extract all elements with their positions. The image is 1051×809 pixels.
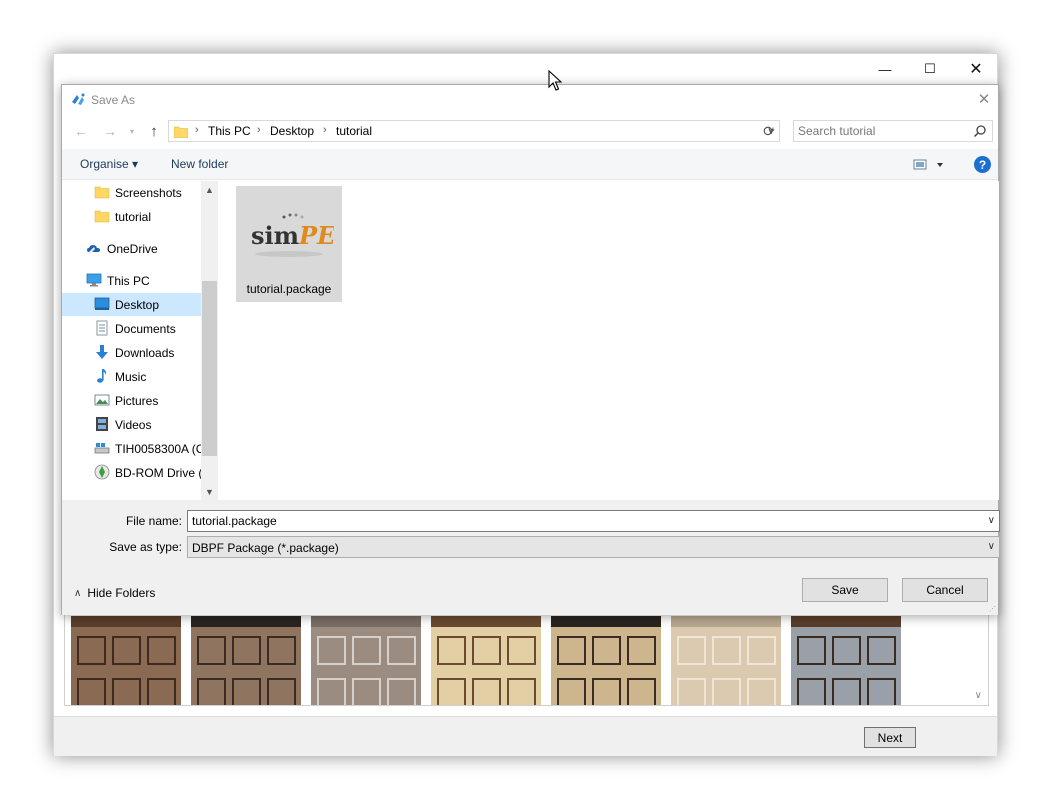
new-folder-button[interactable]: New folder (171, 157, 228, 171)
nav-item-downloads[interactable]: Downloads (62, 341, 201, 364)
file-name-field[interactable] (192, 513, 972, 529)
gallery-scroll-down-icon[interactable]: ∨ (975, 690, 982, 701)
save-options-pane: File name: ∨ Save as type: DBPF Package … (62, 500, 1000, 615)
breadcrumb-separator: › (257, 124, 261, 136)
save-button[interactable]: Save (802, 578, 888, 602)
file-item-tutorial-package[interactable]: simPE tutorial.package (236, 186, 342, 302)
save-as-type-value: DBPF Package (*.package) (192, 541, 339, 555)
save-as-dialog: Save As ✕ ← → ▾ ↑ › This PC › Desktop › … (61, 84, 1000, 615)
scroll-thumb[interactable] (202, 281, 217, 456)
nav-item-tutorial[interactable]: tutorial (62, 205, 201, 228)
folder-icon (174, 126, 188, 138)
back-button[interactable]: ← (71, 121, 91, 141)
chevron-down-icon[interactable]: ∨ (988, 515, 995, 526)
nav-item-documents[interactable]: Documents (62, 317, 201, 340)
breadcrumb-separator: › (195, 124, 199, 136)
save-as-type-label: Save as type: (109, 540, 182, 554)
scroll-down-icon[interactable]: ▼ (201, 483, 218, 500)
documents-icon (96, 320, 108, 336)
texture-tile[interactable] (431, 616, 541, 705)
next-button[interactable]: Next (864, 727, 916, 748)
dialog-close-button[interactable]: ✕ (974, 89, 994, 109)
search-input[interactable] (798, 123, 968, 139)
downloads-icon (96, 345, 108, 359)
nav-item-videos[interactable]: Videos (62, 413, 201, 436)
folder-icon (94, 210, 110, 223)
view-options-icon[interactable] (912, 156, 948, 174)
disc-icon (94, 464, 110, 480)
search-icon[interactable] (973, 124, 987, 138)
forward-button[interactable]: → (100, 121, 120, 141)
desktop-icon (94, 297, 110, 310)
dialog-titlebar[interactable]: Save As ✕ (62, 85, 998, 114)
hide-folders-toggle[interactable]: ∧ Hide Folders (74, 586, 155, 600)
file-name-label: tutorial.package (246, 282, 332, 296)
onedrive-icon (87, 245, 100, 254)
refresh-button[interactable]: ⟳ (759, 121, 779, 141)
wizard-footer: Next (54, 716, 997, 756)
videos-icon (96, 417, 108, 431)
file-name-combobox[interactable]: ∨ (187, 510, 1000, 532)
up-folder-button[interactable]: ↑ (144, 121, 164, 141)
nav-item-local-disk[interactable]: TIH0058300A (C: (62, 437, 208, 460)
texture-tile[interactable] (671, 616, 781, 705)
nav-pane-scrollbar[interactable]: ▲ ▼ (201, 181, 218, 500)
navigation-pane: Screenshots tutorial OneDrive This PC De… (62, 181, 218, 500)
texture-tile[interactable] (551, 616, 661, 705)
nav-item-this-pc[interactable]: This PC (62, 269, 201, 292)
simpe-app-icon (72, 93, 85, 105)
file-name-field-label: File name: (125, 514, 182, 528)
close-window-button[interactable]: ✕ (953, 54, 999, 84)
search-box[interactable] (793, 120, 993, 142)
resize-grip-icon[interactable]: ⋰ (989, 606, 997, 614)
file-list: simPE tutorial.package (219, 181, 999, 500)
texture-tile[interactable] (311, 616, 421, 705)
texture-gallery: ∨ (64, 614, 989, 706)
save-as-type-select[interactable]: DBPF Package (*.package) ∨ (187, 536, 1000, 558)
organise-menu-button[interactable]: Organise ▾ (80, 157, 138, 171)
drive-icon (94, 443, 110, 454)
command-bar: Organise ▾ New folder (62, 149, 998, 180)
chevron-down-icon[interactable]: ∨ (988, 541, 995, 552)
simpe-logo-icon: simPE (251, 213, 334, 257)
maximize-button[interactable]: ☐ (907, 54, 953, 84)
pictures-icon (94, 394, 110, 406)
nav-item-desktop[interactable]: Desktop (62, 293, 201, 316)
dialog-title: Save As (91, 93, 136, 107)
texture-tile[interactable] (191, 616, 301, 705)
nav-item-onedrive[interactable]: OneDrive (62, 237, 201, 260)
address-bar[interactable]: › This PC › Desktop › tutorial ∨ (168, 120, 780, 142)
computer-icon (86, 273, 102, 287)
music-icon (97, 369, 107, 383)
texture-tile[interactable] (791, 616, 901, 705)
folder-icon (94, 186, 110, 199)
mouse-cursor-icon (548, 70, 562, 91)
breadcrumb-this-pc[interactable]: This PC (208, 124, 251, 138)
svg-text:simPE: simPE (251, 221, 334, 250)
nav-item-music[interactable]: Music (62, 365, 201, 388)
breadcrumb-separator: › (323, 124, 327, 136)
help-icon[interactable]: ? (974, 156, 991, 173)
nav-item-bd-rom[interactable]: BD-ROM Drive (I (62, 461, 206, 484)
scroll-up-icon[interactable]: ▲ (201, 181, 218, 198)
recent-locations-button[interactable]: ▾ (125, 121, 139, 141)
minimize-button[interactable]: — (862, 54, 908, 84)
chevron-up-icon: ∧ (74, 587, 82, 599)
cancel-button[interactable]: Cancel (902, 578, 988, 602)
breadcrumb-tutorial[interactable]: tutorial (336, 124, 372, 138)
breadcrumb-desktop[interactable]: Desktop (270, 124, 314, 138)
nav-item-screenshots[interactable]: Screenshots (62, 181, 201, 204)
nav-item-pictures[interactable]: Pictures (62, 389, 201, 412)
texture-tile[interactable] (71, 616, 181, 705)
